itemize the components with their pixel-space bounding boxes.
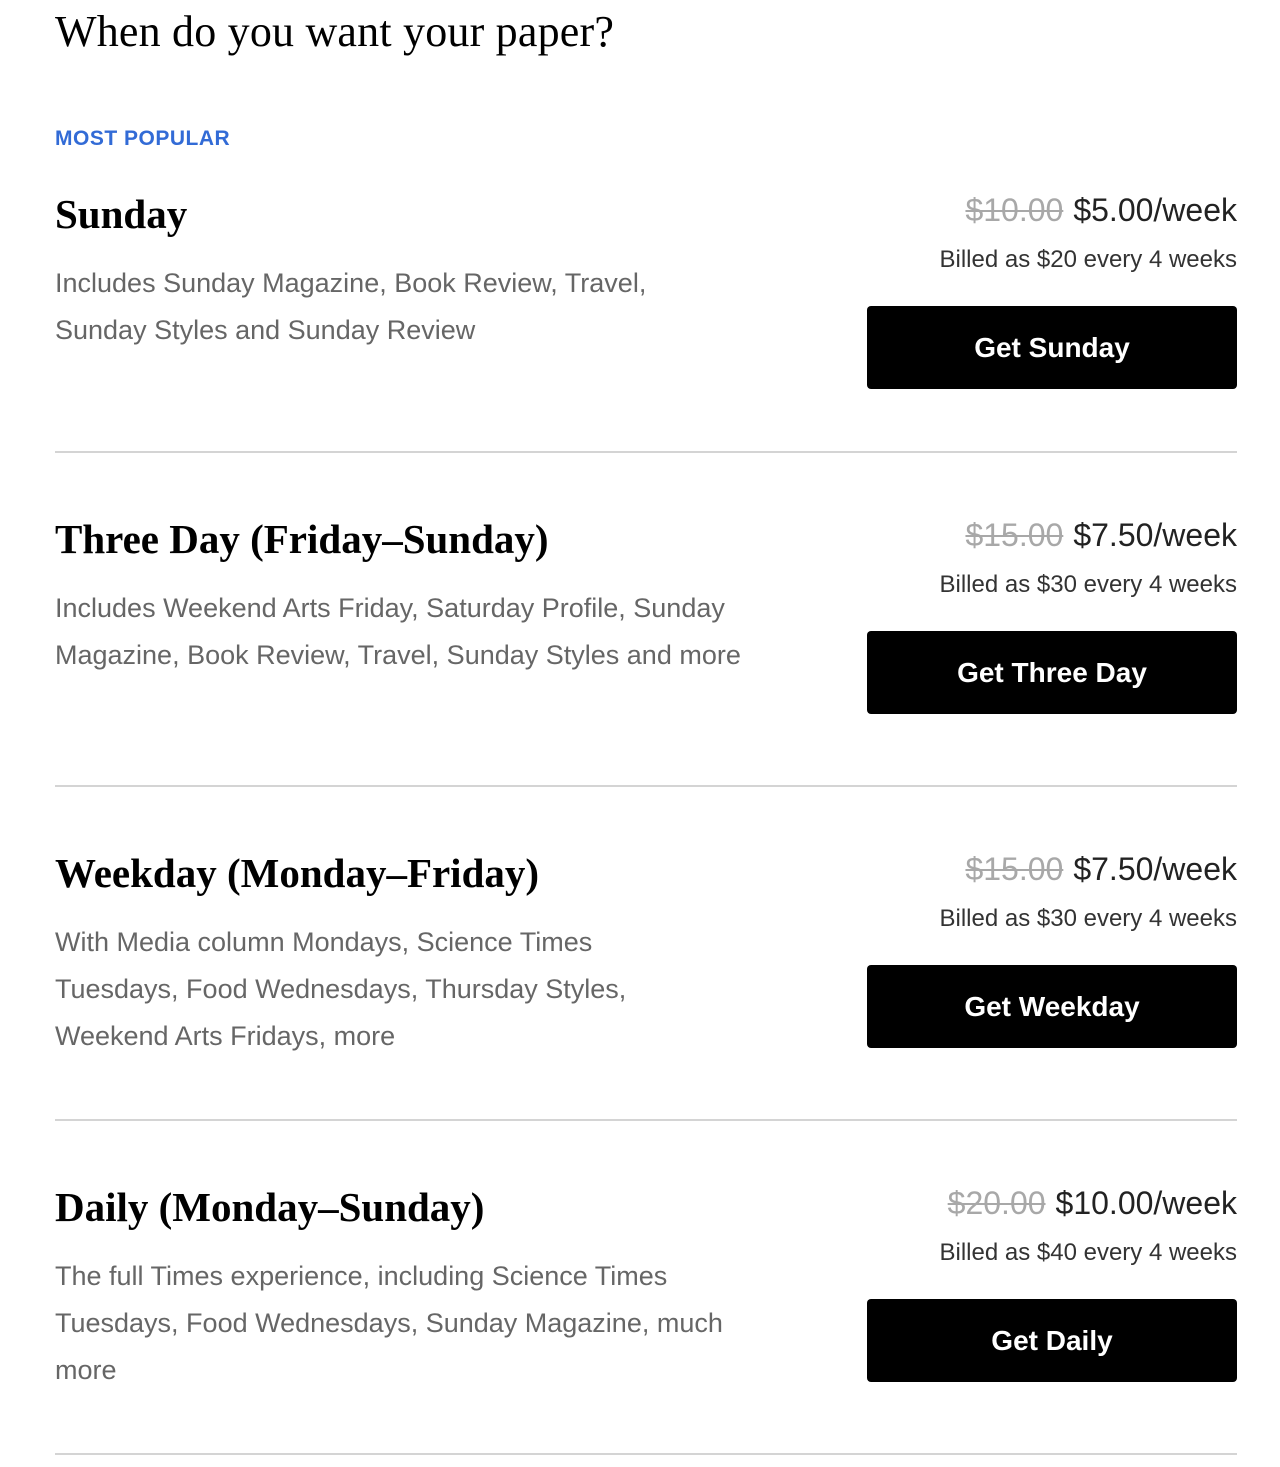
get-daily-button[interactable]: Get Daily — [867, 1299, 1237, 1382]
discounted-price: $7.50/week — [1073, 851, 1237, 887]
plan-name: Three Day (Friday–Sunday) — [55, 516, 549, 562]
divider — [55, 1453, 1237, 1455]
most-popular-badge: MOST POPULAR — [55, 127, 231, 150]
billing-info: Billed as $20 every 4 weeks — [939, 246, 1238, 273]
divider — [55, 785, 1237, 787]
discounted-price: $7.50/week — [1073, 517, 1237, 553]
billing-info: Billed as $40 every 4 weeks — [939, 1239, 1238, 1266]
original-price: $10.00 — [965, 192, 1064, 228]
divider — [55, 451, 1237, 453]
plan-name: Daily (Monday–Sunday) — [55, 1184, 485, 1230]
get-three-day-button[interactable]: Get Three Day — [867, 631, 1237, 714]
original-price: $15.00 — [965, 517, 1064, 553]
price-line: $15.00 $7.50/week — [965, 517, 1237, 554]
get-weekday-button[interactable]: Get Weekday — [867, 965, 1237, 1048]
get-sunday-button[interactable]: Get Sunday — [867, 306, 1237, 389]
original-price: $15.00 — [965, 851, 1064, 887]
price-line: $15.00 $7.50/week — [965, 851, 1237, 888]
page-title: When do you want your paper? — [55, 7, 615, 56]
discounted-price: $10.00/week — [1055, 1185, 1237, 1221]
discounted-price: $5.00/week — [1073, 192, 1237, 228]
plan-description: The full Times experience, including Sci… — [55, 1261, 723, 1385]
plan-description: Includes Sunday Magazine, Book Review, T… — [55, 268, 647, 345]
plan-name: Weekday (Monday–Friday) — [55, 850, 540, 896]
original-price: $20.00 — [947, 1185, 1046, 1221]
plan-description: Includes Weekend Arts Friday, Saturday P… — [55, 593, 741, 670]
plan-description: With Media column Mondays, Science Times… — [55, 927, 627, 1051]
divider — [55, 1119, 1237, 1121]
price-line: $20.00 $10.00/week — [948, 1185, 1237, 1222]
billing-info: Billed as $30 every 4 weeks — [939, 571, 1238, 598]
price-line: $10.00 $5.00/week — [965, 192, 1237, 229]
plan-name: Sunday — [55, 191, 188, 237]
billing-info: Billed as $30 every 4 weeks — [939, 905, 1238, 932]
